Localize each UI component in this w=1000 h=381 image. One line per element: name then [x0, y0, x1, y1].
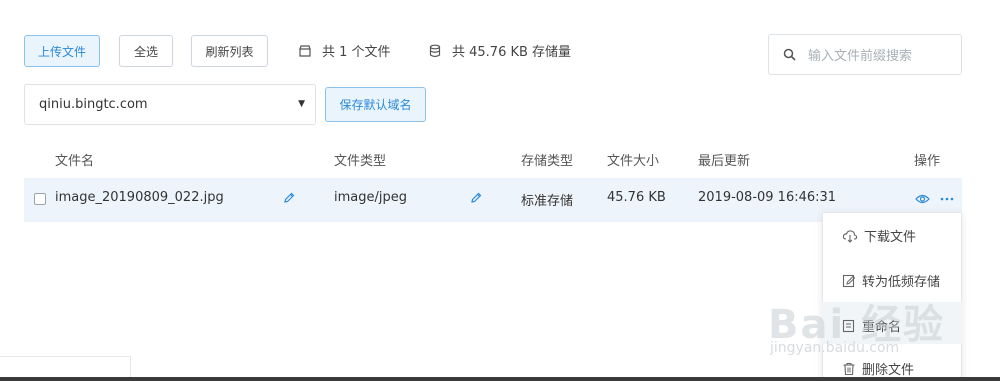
box-icon: [299, 44, 311, 57]
header-last-updated[interactable]: 最后更新: [698, 150, 750, 169]
row-storage-type: 标准存储: [521, 194, 574, 209]
row-last-updated: 2019-08-09 16:46:31: [698, 190, 837, 205]
menu-item-download[interactable]: 下载文件: [842, 226, 916, 245]
row-file-size: 45.76 KB: [607, 190, 666, 205]
cloud-download-icon: [842, 229, 858, 243]
header-storage-type[interactable]: 存储类型: [521, 150, 573, 169]
header-file-name[interactable]: 文件名: [55, 150, 94, 169]
menu-item-delete[interactable]: 删除文件: [842, 359, 914, 378]
eye-icon[interactable]: [915, 193, 930, 205]
row-file-type: image/jpeg: [334, 190, 407, 205]
header-file-size[interactable]: 文件大小: [607, 150, 659, 169]
file-count-text: 共 1 个文件: [322, 45, 391, 60]
domain-select-value: qiniu.bingtc.com: [39, 97, 148, 112]
select-all-button[interactable]: 全选: [119, 35, 173, 67]
storage-total-stat: 共 45.76 KB 存储量: [428, 41, 571, 60]
search-placeholder: 输入文件前缀搜索: [808, 49, 913, 64]
more-icon[interactable]: [940, 197, 954, 201]
database-icon: [429, 44, 441, 57]
header-actions: 操作: [914, 154, 941, 169]
trash-icon: [843, 362, 855, 375]
upload-file-button[interactable]: 上传文件: [24, 35, 100, 67]
row-file-name[interactable]: image_20190809_022.jpg: [55, 190, 224, 205]
pencil-icon[interactable]: [469, 191, 483, 205]
refresh-list-button[interactable]: 刷新列表: [191, 35, 268, 67]
menu-item-delete-label: 删除文件: [862, 363, 915, 378]
watermark-url: jingyan.baidu.com: [770, 340, 900, 356]
domain-select[interactable]: qiniu.bingtc.com ▼: [24, 84, 316, 125]
file-count-stat: 共 1 个文件: [298, 41, 391, 60]
header-file-type[interactable]: 文件类型: [334, 150, 386, 169]
caret-down-icon: ▼: [298, 99, 305, 109]
pencil-icon[interactable]: [282, 191, 296, 205]
bottom-bar: [0, 377, 1000, 381]
search-input[interactable]: 输入文件前缀搜索: [768, 34, 962, 75]
row-checkbox[interactable]: [34, 193, 46, 205]
storage-total-text: 共 45.76 KB 存储量: [452, 45, 572, 60]
save-default-domain-button[interactable]: 保存默认域名: [325, 87, 426, 122]
search-icon: [783, 48, 796, 61]
menu-item-low-frequency[interactable]: 转为低频存储: [842, 271, 940, 290]
edit-doc-icon: [842, 274, 856, 287]
menu-item-download-label: 下载文件: [864, 230, 917, 245]
menu-item-low-frequency-label: 转为低频存储: [862, 275, 941, 290]
